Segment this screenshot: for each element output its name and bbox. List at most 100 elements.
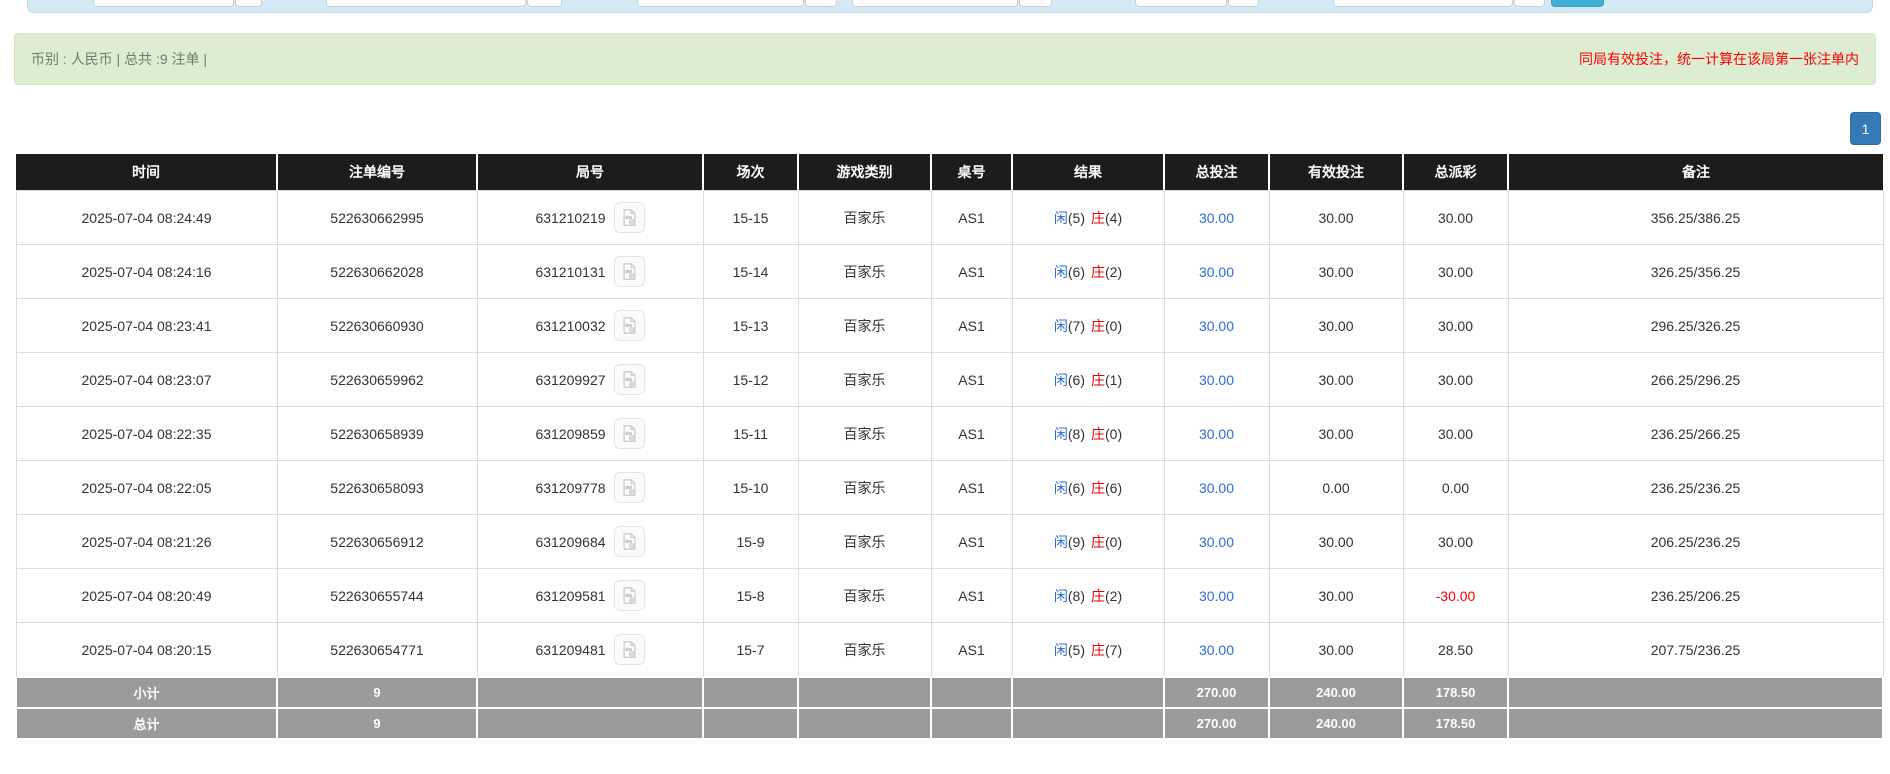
video-replay-button[interactable] (614, 310, 645, 341)
banker-label: 庄 (1091, 372, 1105, 388)
toolbar-input-2-addon[interactable] (527, 0, 562, 7)
video-replay-icon (620, 262, 639, 281)
toolbar-input-1-addon[interactable] (235, 0, 262, 7)
cell-valid-bet: 30.00 (1269, 569, 1403, 623)
cell-result: 闲(6)庄(6) (1012, 461, 1164, 515)
cell-table-no: AS1 (931, 623, 1012, 678)
cell-total-bet: 30.00 (1164, 623, 1269, 678)
cell-session: 15-13 (703, 299, 798, 353)
grand-total-valid-bet: 240.00 (1269, 708, 1403, 739)
cell-valid-bet: 30.00 (1269, 407, 1403, 461)
cell-bet-id: 522630662995 (277, 191, 477, 245)
round-id: 631209859 (535, 426, 605, 442)
player-label: 闲 (1054, 318, 1068, 334)
round-id: 631210219 (535, 210, 605, 226)
grand-total-total-bet: 270.00 (1164, 708, 1269, 739)
toolbar-input-2[interactable] (326, 0, 526, 7)
cell-remark: 356.25/386.25 (1508, 191, 1883, 245)
cell-session: 15-8 (703, 569, 798, 623)
video-replay-button[interactable] (614, 256, 645, 287)
video-replay-icon (620, 316, 639, 335)
cell-round-id: 631209859 (477, 407, 703, 461)
banker-points: (2) (1105, 264, 1122, 280)
video-replay-icon (620, 640, 639, 659)
player-label: 闲 (1054, 480, 1068, 496)
toolbar-input-5-addon[interactable] (1228, 0, 1259, 7)
header-result: 结果 (1012, 154, 1164, 191)
toolbar-input-4-addon[interactable] (1019, 0, 1052, 7)
header-session: 场次 (703, 154, 798, 191)
toolbar-input-5[interactable] (1135, 0, 1227, 7)
header-valid-bet: 有效投注 (1269, 154, 1403, 191)
cell-round-id: 631209581 (477, 569, 703, 623)
cell-time: 2025-07-04 08:21:26 (16, 515, 277, 569)
total-bet-link[interactable]: 30.00 (1199, 480, 1234, 496)
video-replay-button[interactable] (614, 472, 645, 503)
table-row: 2025-07-04 08:24:49 522630662995 6312102… (16, 191, 1883, 245)
round-id: 631209481 (535, 642, 605, 658)
header-total-bet: 总投注 (1164, 154, 1269, 191)
grand-total-row: 总计 9 270.00 240.00 178.50 (16, 708, 1883, 739)
player-label: 闲 (1054, 426, 1068, 442)
cell-round-id: 631209927 (477, 353, 703, 407)
toolbar-input-6[interactable] (1333, 0, 1513, 7)
cell-table-no: AS1 (931, 191, 1012, 245)
player-label: 闲 (1054, 264, 1068, 280)
cell-remark: 326.25/356.25 (1508, 245, 1883, 299)
cell-payout: 30.00 (1403, 353, 1508, 407)
video-replay-icon (620, 370, 639, 389)
toolbar-input-3[interactable] (637, 0, 804, 7)
cell-bet-id: 522630654771 (277, 623, 477, 678)
total-bet-link[interactable]: 30.00 (1199, 534, 1234, 550)
total-bet-link[interactable]: 30.00 (1199, 318, 1234, 334)
cell-payout: 30.00 (1403, 245, 1508, 299)
total-bet-link[interactable]: 30.00 (1199, 372, 1234, 388)
banker-label: 庄 (1091, 588, 1105, 604)
cell-game-type: 百家乐 (798, 353, 931, 407)
cell-time: 2025-07-04 08:22:35 (16, 407, 277, 461)
round-id: 631209581 (535, 588, 605, 604)
video-replay-button[interactable] (614, 418, 645, 449)
cell-total-bet: 30.00 (1164, 569, 1269, 623)
video-replay-button[interactable] (614, 202, 645, 233)
table-row: 2025-07-04 08:20:49 522630655744 6312095… (16, 569, 1883, 623)
video-replay-button[interactable] (614, 634, 645, 665)
total-bet-link[interactable]: 30.00 (1199, 426, 1234, 442)
cell-valid-bet: 0.00 (1269, 461, 1403, 515)
table-row: 2025-07-04 08:21:26 522630656912 6312096… (16, 515, 1883, 569)
summary-notice: 同局有效投注，统一计算在该局第一张注单内 (1579, 49, 1859, 69)
toolbar-input-6-addon[interactable] (1514, 0, 1545, 7)
subtotal-row: 小计 9 270.00 240.00 178.50 (16, 677, 1883, 708)
header-time: 时间 (16, 154, 277, 191)
search-button[interactable] (1551, 0, 1604, 7)
total-bet-link[interactable]: 30.00 (1199, 264, 1234, 280)
video-replay-button[interactable] (614, 526, 645, 557)
cell-bet-id: 522630662028 (277, 245, 477, 299)
round-id: 631210131 (535, 264, 605, 280)
toolbar-input-1[interactable] (93, 0, 234, 7)
toolbar-input-4[interactable] (852, 0, 1018, 7)
pagination-page-1-button[interactable]: 1 (1850, 112, 1881, 145)
total-bet-link[interactable]: 30.00 (1199, 588, 1234, 604)
video-replay-button[interactable] (614, 580, 645, 611)
cell-table-no: AS1 (931, 245, 1012, 299)
cell-valid-bet: 30.00 (1269, 299, 1403, 353)
subtotal-total-bet: 270.00 (1164, 677, 1269, 708)
total-bet-link[interactable]: 30.00 (1199, 210, 1234, 226)
header-remark: 备注 (1508, 154, 1883, 191)
subtotal-valid-bet: 240.00 (1269, 677, 1403, 708)
cell-remark: 266.25/296.25 (1508, 353, 1883, 407)
toolbar-input-3-addon[interactable] (805, 0, 837, 7)
player-points: (8) (1068, 426, 1085, 442)
header-game-type: 游戏类别 (798, 154, 931, 191)
total-bet-link[interactable]: 30.00 (1199, 642, 1234, 658)
player-label: 闲 (1054, 642, 1068, 658)
grand-total-label: 总计 (16, 708, 277, 739)
subtotal-count: 9 (277, 677, 477, 708)
cell-round-id: 631210032 (477, 299, 703, 353)
subtotal-payout: 178.50 (1403, 677, 1508, 708)
banker-label: 庄 (1091, 534, 1105, 550)
banker-label: 庄 (1091, 264, 1105, 280)
video-replay-button[interactable] (614, 364, 645, 395)
search-toolbar (0, 0, 1890, 13)
